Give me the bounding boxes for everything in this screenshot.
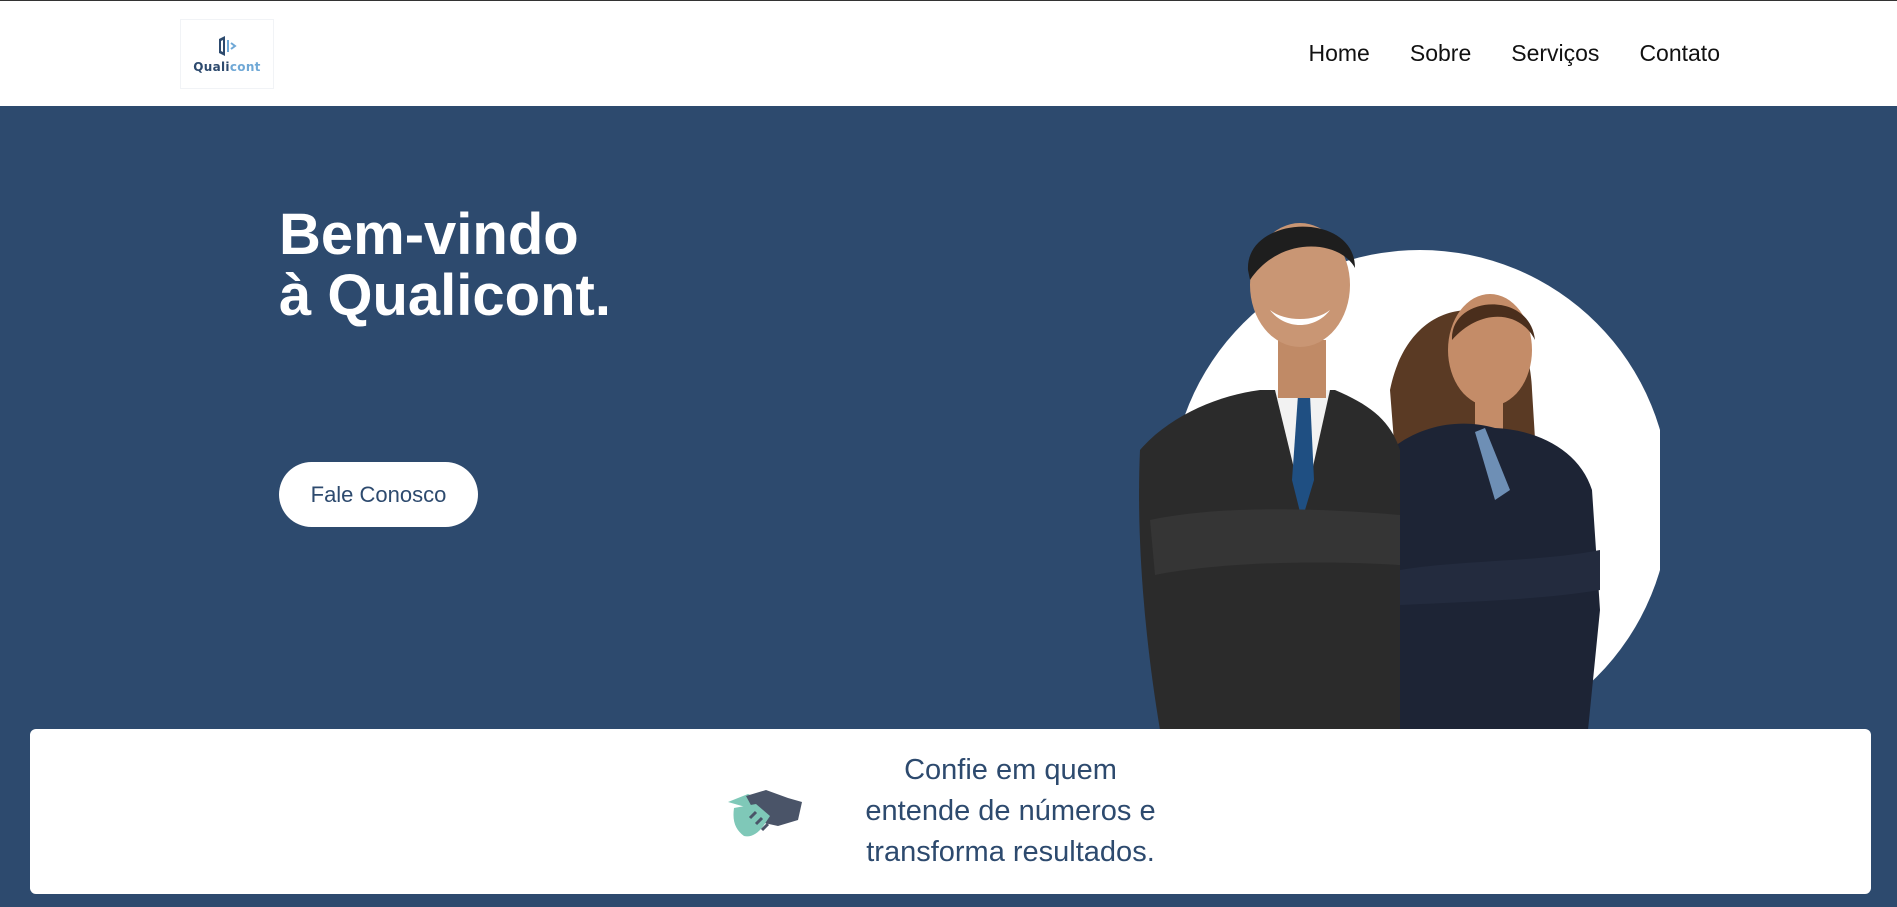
handshake-icon [727, 789, 802, 836]
trust-message: Confie em quem entende de números e tran… [846, 750, 1176, 873]
hero-title-line-2: à Qualicont. [279, 263, 611, 328]
nav-contato[interactable]: Contato [1639, 40, 1720, 67]
contact-us-button[interactable]: Fale Conosco [279, 462, 478, 527]
trust-card: Confie em quem entende de números e tran… [30, 729, 1871, 894]
trust-message-line-2: entende de números e [865, 795, 1156, 827]
hero-title-line-1: Bem-vindo [279, 202, 579, 267]
nav-home[interactable]: Home [1309, 40, 1370, 67]
nav-servicos[interactable]: Serviços [1511, 40, 1599, 67]
main-nav: Home Sobre Serviços Contato [1309, 1, 1721, 106]
logo-text-main: Quali [193, 59, 230, 74]
logo-mark-icon [219, 35, 237, 56]
logo-text-accent: cont [229, 59, 261, 74]
trust-message-line-1: Confie em quem [904, 754, 1117, 786]
site-header: Qualicont Home Sobre Serviços Contato [0, 1, 1897, 106]
site-logo[interactable]: Qualicont [180, 19, 274, 89]
hero-professionals-image [1139, 223, 1660, 730]
trust-message-line-3: transforma resultados. [866, 836, 1155, 868]
nav-sobre[interactable]: Sobre [1410, 40, 1471, 67]
hero-title: Bem-vindo à Qualicont. [279, 204, 611, 326]
logo-wordmark: Qualicont [193, 60, 260, 74]
